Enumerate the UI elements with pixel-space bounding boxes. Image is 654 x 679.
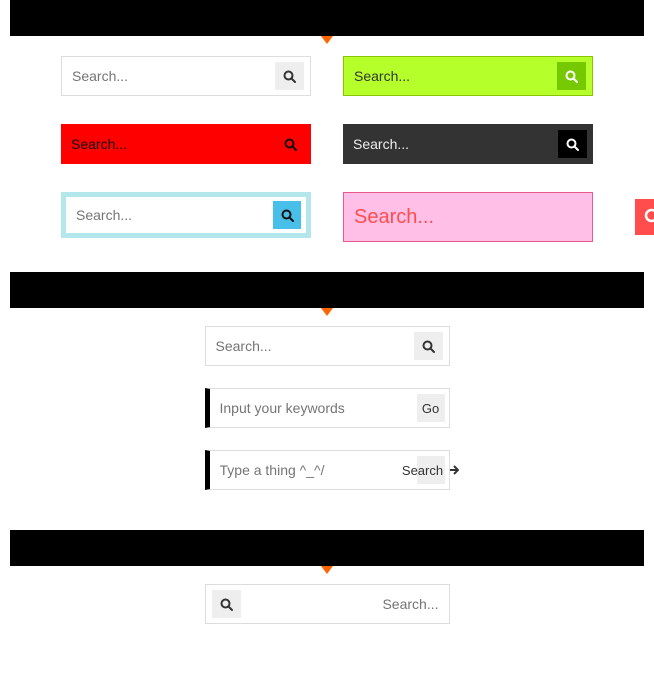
search-icon (220, 598, 233, 611)
search-box-red (61, 124, 311, 164)
search-input[interactable] (210, 451, 411, 489)
search-icon (284, 138, 297, 151)
button-label: Search (402, 463, 443, 478)
search-text-button[interactable]: Search (417, 456, 445, 484)
search-button[interactable] (273, 201, 301, 229)
search-button[interactable] (276, 130, 305, 158)
search-box-simple (205, 326, 450, 366)
search-button[interactable] (275, 62, 304, 90)
go-button[interactable]: Go (417, 394, 445, 422)
search-box-icon-left (205, 584, 450, 624)
search-box-default (61, 56, 311, 96)
search-button[interactable] (557, 62, 586, 90)
section-header-2 (10, 272, 644, 308)
search-input[interactable] (343, 124, 552, 164)
search-box-green (343, 56, 593, 96)
search-button[interactable] (414, 332, 443, 360)
search-input[interactable] (62, 57, 269, 95)
search-reversed (0, 566, 654, 664)
search-text-variants: Go Search (0, 308, 654, 530)
search-input[interactable] (66, 197, 267, 233)
search-box-dark (343, 124, 593, 164)
arrow-right-icon (449, 465, 459, 475)
search-input[interactable] (344, 193, 629, 241)
search-box-search-arrow: Search (205, 450, 450, 490)
search-box-cyan-border (61, 192, 311, 238)
section-header-1 (10, 0, 644, 36)
search-icon (565, 70, 578, 83)
search-input[interactable] (344, 57, 551, 95)
search-icon (566, 138, 579, 151)
search-input[interactable] (210, 389, 411, 427)
section-header-3 (10, 530, 644, 566)
search-input[interactable] (247, 585, 449, 623)
search-box-go: Go (205, 388, 450, 428)
search-button[interactable] (558, 130, 587, 158)
search-icon (281, 209, 294, 222)
search-icon (422, 340, 435, 353)
search-input[interactable] (61, 124, 270, 164)
search-button[interactable] (635, 199, 654, 235)
search-input[interactable] (206, 327, 408, 365)
search-button[interactable] (212, 590, 241, 618)
search-icon (644, 208, 654, 226)
search-variants-grid (0, 36, 654, 272)
search-icon (283, 70, 296, 83)
search-box-pink (343, 192, 593, 242)
